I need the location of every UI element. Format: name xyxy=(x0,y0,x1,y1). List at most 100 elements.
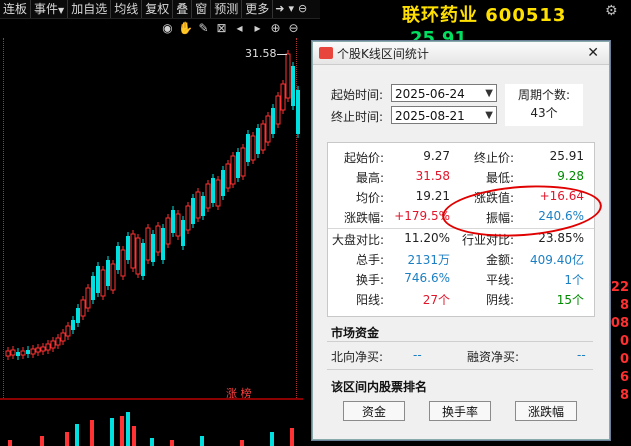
candle-body xyxy=(250,135,256,161)
volume-bar xyxy=(150,438,154,446)
volume-bar xyxy=(120,416,124,446)
stat-label: 起始价: xyxy=(343,151,384,165)
kline-chart[interactable] xyxy=(0,38,303,398)
stat-row: 起始价: 9.27 终止价: 25.91 xyxy=(328,149,594,169)
stat-value: 27个 xyxy=(422,293,450,307)
candle-body xyxy=(215,179,221,207)
zoom-out-icon[interactable]: ⊖ xyxy=(286,21,301,35)
volume-bar xyxy=(40,436,44,446)
candle-body xyxy=(236,152,240,178)
candle-body xyxy=(35,347,41,353)
stat-row: 大盘对比: 11.20% 行业对比: 23.85% xyxy=(328,231,594,251)
high-price-label: 31.58 xyxy=(245,47,277,60)
stat-value: +179.5% xyxy=(394,209,450,223)
stat-value: 11.20% xyxy=(404,231,450,245)
candle-body xyxy=(155,225,161,253)
period-count: 周期个数: 43个 xyxy=(505,84,583,126)
candle-body xyxy=(30,348,36,355)
zoom-in-icon[interactable]: ⊕ xyxy=(268,21,283,35)
draw-icon[interactable]: ✎ xyxy=(196,21,211,35)
dialog-titlebar[interactable]: 个股K线区间统计 ✕ xyxy=(313,42,609,65)
volume-bar xyxy=(65,432,69,446)
candle-body xyxy=(151,234,155,262)
end-date-picker[interactable]: 2025-08-21 ▼ xyxy=(391,106,497,124)
toolbar-item-window[interactable]: 窗 xyxy=(192,0,212,18)
toolbar-item-ma[interactable]: 均线 xyxy=(111,0,143,18)
north-label: 北向净买: xyxy=(331,350,384,364)
stat-label: 涨跌幅: xyxy=(343,211,384,225)
candle-body xyxy=(185,205,191,231)
close-icon[interactable]: ✕ xyxy=(587,45,599,61)
toolbar-item-add-watchlist[interactable]: 加自选 xyxy=(68,0,112,18)
market-funds-title: 市场资金 xyxy=(331,326,380,340)
stat-value: 409.40亿 xyxy=(530,253,584,267)
candle-body xyxy=(26,350,30,354)
rank-funds-button[interactable]: 资金 xyxy=(343,401,405,421)
stat-value: 31.58 xyxy=(415,169,450,183)
stat-value: 2131万 xyxy=(407,253,450,267)
toolbar-item-more[interactable]: 更多 xyxy=(242,0,274,18)
start-date-picker[interactable]: 2025-06-24 ▼ xyxy=(391,84,497,102)
stat-row: 总手: 2131万 金额: 409.40亿 xyxy=(328,251,594,271)
candle-body xyxy=(100,269,106,297)
candle-body xyxy=(256,128,260,154)
rank-change-button[interactable]: 涨跌幅 xyxy=(515,401,577,421)
toolbar-item-overlay[interactable]: 叠 xyxy=(173,0,193,18)
chart-tool-icons: ◉ ✋ ✎ ⊠ ◂ ▸ ⊕ ⊖ xyxy=(160,19,301,36)
volume-bar xyxy=(240,440,244,446)
pin-icon[interactable]: ➜ xyxy=(273,0,286,18)
left-arrow-icon[interactable]: ◂ xyxy=(232,21,247,35)
stat-label: 终止价: xyxy=(473,151,514,165)
kline-svg xyxy=(5,50,300,360)
candle-body xyxy=(195,191,201,219)
stat-value: 9.27 xyxy=(423,149,450,163)
toolbar-item-lianban[interactable]: 连板 xyxy=(0,0,32,18)
candle-body xyxy=(50,340,56,349)
volume-bar xyxy=(126,412,130,446)
candle-body xyxy=(171,210,175,233)
toolbar-item-forecast[interactable]: 预测 xyxy=(211,0,243,18)
candle-body xyxy=(165,217,171,245)
toolbar-item-adjust[interactable]: 复权 xyxy=(142,0,174,18)
eye-icon[interactable]: ◉ xyxy=(160,21,175,35)
chevron-down-icon[interactable]: ▼ xyxy=(485,107,493,125)
candle-body xyxy=(161,228,165,260)
close-icon[interactable]: ⊠ xyxy=(214,21,229,35)
stat-label: 换手: xyxy=(355,273,384,287)
stat-label: 均价: xyxy=(355,191,384,205)
toolbar-item-event[interactable]: 事件▼ xyxy=(31,0,69,18)
hand-icon[interactable]: ✋ xyxy=(178,21,193,35)
candle-body xyxy=(201,196,205,216)
stat-label: 金额: xyxy=(485,253,514,267)
divider xyxy=(327,369,593,370)
candle-body xyxy=(116,246,120,270)
volume-bar xyxy=(8,440,12,446)
candle-body xyxy=(71,320,75,330)
gear-icon[interactable]: ⚙ xyxy=(605,3,618,19)
candle-body xyxy=(175,213,181,237)
candle-body xyxy=(55,337,61,346)
candle-body xyxy=(76,308,80,323)
rank-turnover-button[interactable]: 换手率 xyxy=(429,401,491,421)
stat-value: 746.6% xyxy=(404,271,450,285)
candle-body xyxy=(110,263,116,291)
candle-body xyxy=(80,299,86,317)
end-time-label: 终止时间: xyxy=(331,110,384,124)
zoom-out-icon[interactable]: ⊖ xyxy=(296,0,309,18)
candle-body xyxy=(230,155,236,185)
volume-bar xyxy=(110,418,114,446)
candle-body xyxy=(5,350,11,357)
right-arrow-icon[interactable]: ▸ xyxy=(250,21,265,35)
candle-body xyxy=(265,115,271,143)
candle-body xyxy=(120,249,126,277)
start-time-label: 起始时间: xyxy=(331,88,384,102)
volume-bar xyxy=(75,424,79,446)
volume-bar xyxy=(200,436,204,446)
candle-body xyxy=(280,83,286,111)
candle-body xyxy=(225,163,231,189)
candle-body xyxy=(126,236,130,260)
stat-value: 1个 xyxy=(564,273,584,287)
chevron-down-icon[interactable]: ▼ xyxy=(485,85,493,103)
volume-bar xyxy=(132,426,136,446)
chevron-down-icon[interactable]: ▾ xyxy=(287,0,297,18)
